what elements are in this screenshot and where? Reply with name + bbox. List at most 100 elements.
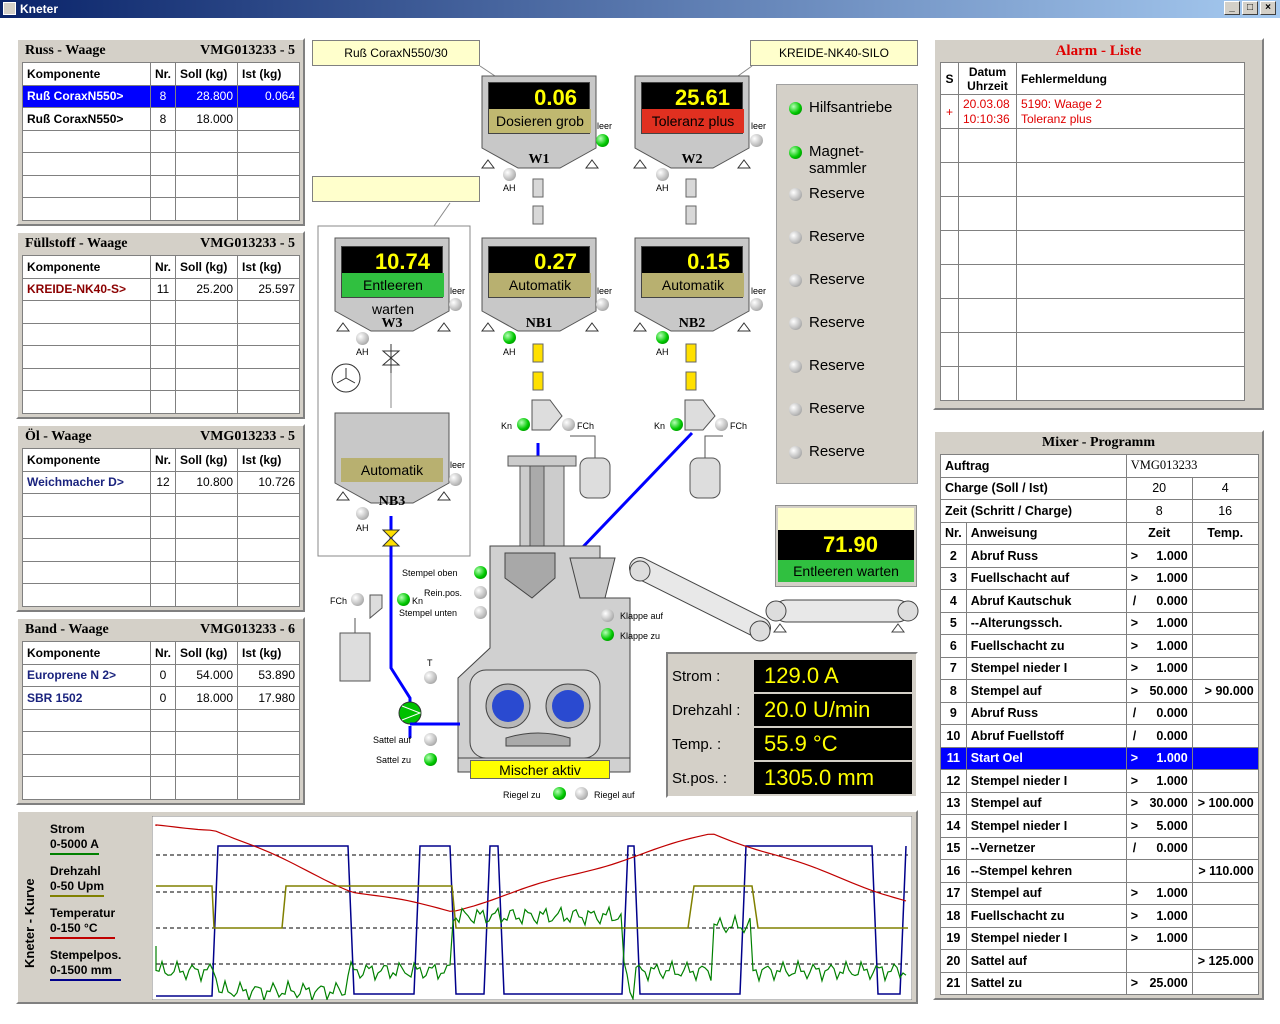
table-row bbox=[22, 367, 301, 391]
program-step-row[interactable]: 2 Abruf Russ > 1.000 bbox=[940, 544, 1259, 568]
band-waage-panel: Band - Waage VMG013233 - 6 Komponente Nr. S… bbox=[16, 617, 305, 805]
led-indicator bbox=[789, 274, 802, 287]
table-cell: 53.890 bbox=[237, 663, 301, 687]
stempel-unten-label: Stempel unten bbox=[399, 608, 458, 618]
column-header: Soll (kg) bbox=[175, 255, 239, 279]
oel-waage-panel: Öl - Waage VMG013233 - 5 Komponente Nr. Sol… bbox=[16, 424, 305, 612]
alarm-table: S Datum Uhrzeit Fehlermeldung + 20.03.08 10… bbox=[940, 62, 1245, 401]
table-cell: 12 bbox=[149, 470, 177, 494]
program-step-row[interactable]: 13 Stempel auf > 30.000 > 100.000 bbox=[940, 791, 1259, 815]
measure-value: 55.9 °C bbox=[754, 728, 912, 760]
nb1-ah-label: AH bbox=[503, 347, 516, 357]
program-step-row[interactable]: 6 Fuellschacht zu > 1.000 bbox=[940, 634, 1259, 658]
column-header: Ist (kg) bbox=[237, 448, 301, 472]
w1-status: Dosieren grob bbox=[489, 109, 591, 133]
w3-value: 10.74 bbox=[374, 249, 430, 274]
maximize-button[interactable]: □ bbox=[1242, 1, 1258, 15]
table-row[interactable]: Ruß CoraxN550> 8 18.000 bbox=[22, 107, 301, 131]
column-header: Ist (kg) bbox=[237, 62, 301, 86]
minimize-button[interactable]: _ bbox=[1224, 1, 1240, 15]
table-row[interactable]: Weichmacher D> 12 10.800 10.726 bbox=[22, 470, 301, 494]
legend-item: Strom 0-5000 A bbox=[50, 822, 99, 855]
program-step-row[interactable]: 7 Stempel nieder I > 1.000 bbox=[940, 656, 1259, 680]
close-button[interactable]: × bbox=[1260, 1, 1276, 15]
measurement-panel: Strom : 129.0 A Drehzahl : 20.0 U/min Temp. … bbox=[666, 652, 918, 798]
program-step-row[interactable]: 14 Stempel nieder I > 5.000 bbox=[940, 814, 1259, 838]
table-cell: 11 bbox=[149, 277, 177, 301]
table-row bbox=[22, 197, 301, 221]
program-step-row[interactable]: 15 --Vernetzer / 0.000 bbox=[940, 836, 1259, 860]
alarm-row bbox=[940, 162, 1245, 197]
column-header: Soll (kg) bbox=[175, 641, 239, 665]
nb2-ah-indicator bbox=[656, 331, 669, 344]
sattel-auf-indicator bbox=[424, 733, 437, 746]
nb1-status: Automatik bbox=[489, 273, 591, 297]
table-row[interactable]: SBR 1502 0 18.000 17.980 bbox=[22, 686, 301, 710]
alarm-list-panel: Alarm - Liste S Datum Uhrzeit Fehlermeldun… bbox=[933, 38, 1264, 410]
program-step-row[interactable]: 3 Fuellschacht auf > 1.000 bbox=[940, 566, 1259, 590]
w1-name: W1 bbox=[528, 152, 550, 167]
nb1-kn-indicator bbox=[517, 418, 530, 431]
table-cell: 8 bbox=[149, 84, 177, 108]
alarm-row[interactable]: + 20.03.08 10:10:36 5190: Waage 2 Toleranz… bbox=[940, 94, 1245, 129]
klappe-auf-label: Klappe auf bbox=[620, 611, 664, 621]
legend-item: Stempelpos. 0-1500 mm bbox=[50, 948, 122, 981]
table-cell: Weichmacher D> bbox=[22, 470, 151, 494]
panel-title: Füllstoff - Waage bbox=[25, 236, 128, 251]
led-indicator bbox=[789, 317, 802, 330]
alarm-row bbox=[940, 298, 1245, 333]
table-header-row: S Datum Uhrzeit Fehlermeldung bbox=[940, 62, 1245, 95]
program-step-row[interactable]: 19 Stempel nieder I > 1.000 bbox=[940, 926, 1259, 950]
program-step-row[interactable]: 8 Stempel auf > 50.000 > 90.000 bbox=[940, 679, 1259, 703]
w3-status: Entleeren warten bbox=[342, 273, 444, 317]
table-row[interactable]: KREIDE-NK40-S> 11 25.200 25.597 bbox=[22, 277, 301, 301]
nb1-fch-indicator bbox=[562, 418, 575, 431]
table-row bbox=[22, 731, 301, 755]
column-header: Nr. bbox=[149, 62, 177, 86]
table-row bbox=[22, 538, 301, 562]
russ-table: Komponente Nr. Soll (kg) Ist (kg) Ruß CoraxN… bbox=[22, 62, 301, 221]
program-step-row[interactable]: 16 --Stempel kehren > 110.000 bbox=[940, 859, 1259, 883]
russ-waage-panel: Russ - Waage VMG013233 - 5 Komponente Nr. S… bbox=[16, 38, 305, 226]
program-step-row[interactable]: 12 Stempel nieder I > 1.000 bbox=[940, 769, 1259, 793]
w1-leer-indicator bbox=[596, 134, 609, 147]
table-cell: KREIDE-NK40-S> bbox=[22, 277, 151, 301]
program-step-row[interactable]: 9 Abruf Russ / 0.000 bbox=[940, 701, 1259, 725]
stempel-oben-indicator bbox=[474, 566, 487, 579]
measure-label: Drehzahl : bbox=[672, 702, 741, 719]
w2-value: 25.61 bbox=[674, 85, 730, 110]
program-step-row[interactable]: 17 Stempel auf > 1.000 bbox=[940, 881, 1259, 905]
nb2-kn-indicator bbox=[670, 418, 683, 431]
alarm-sign: + bbox=[940, 94, 959, 129]
mischer-status: Mischer aktiv bbox=[470, 760, 610, 779]
riegel-zu-label: Riegel zu bbox=[503, 790, 541, 800]
nb2-leer-label: leer bbox=[751, 286, 767, 296]
sattel-zu-indicator bbox=[424, 753, 437, 766]
table-cell: Europrene N 2> bbox=[22, 663, 151, 687]
klappe-auf-indicator bbox=[601, 609, 614, 622]
alarm-row bbox=[940, 264, 1245, 299]
program-step-row[interactable]: 10 Abruf Fuellstoff / 0.000 bbox=[940, 724, 1259, 748]
table-row[interactable]: Ruß CoraxN550> 8 28.800 0.064 bbox=[22, 84, 301, 108]
nb3-ah-label: AH bbox=[356, 523, 369, 533]
led-indicator bbox=[789, 446, 802, 459]
kneter-curve-plot[interactable] bbox=[152, 816, 912, 1000]
mixer-title: Mixer - Programm bbox=[1042, 435, 1155, 450]
column-header: Soll (kg) bbox=[175, 448, 239, 472]
table-cell: 0 bbox=[149, 663, 177, 687]
program-step-row[interactable]: 18 Fuellschacht zu > 1.000 bbox=[940, 904, 1259, 928]
program-step-row[interactable]: 4 Abruf Kautschuk / 0.000 bbox=[940, 589, 1259, 613]
table-row bbox=[22, 776, 301, 800]
program-step-row[interactable]: 11 Start Oel > 1.000 bbox=[940, 746, 1259, 770]
legend-item: Drehzahl 0-50 Upm bbox=[50, 864, 105, 897]
program-step-row[interactable]: 21 Sattel zu > 25.000 bbox=[940, 971, 1259, 995]
table-cell: Ruß CoraxN550> bbox=[22, 107, 151, 131]
oel-table: Komponente Nr. Soll (kg) Ist (kg) Weichmache… bbox=[22, 448, 301, 607]
table-row bbox=[22, 560, 301, 584]
program-step-row[interactable]: 5 --Alterungssch. > 1.000 bbox=[940, 611, 1259, 635]
measure-label: Temp. : bbox=[672, 736, 722, 753]
table-row[interactable]: Europrene N 2> 0 54.000 53.890 bbox=[22, 663, 301, 687]
table-cell: 18.000 bbox=[175, 107, 239, 131]
program-step-row[interactable]: 20 Sattel auf > 125.000 bbox=[940, 949, 1259, 973]
riegel-auf-indicator bbox=[575, 787, 588, 800]
